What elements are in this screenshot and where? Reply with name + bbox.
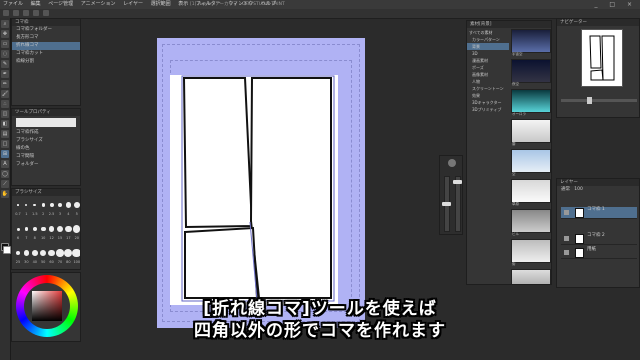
opacity-slider[interactable] (455, 176, 461, 232)
material-thumbnail[interactable]: 街 (511, 239, 551, 266)
material-tree-item[interactable]: 3D (467, 50, 509, 57)
frame-panel-3 (184, 226, 259, 299)
material-panel: 素材[背景] すべての素材 カラーパターン 背景 3D 漫画素材 ポーズ 画像素材 人物 スクリ… (466, 20, 552, 285)
eye-icon[interactable] (564, 250, 569, 255)
navigator-panel: ナビゲーター (556, 18, 640, 118)
material-thumbnail[interactable]: オーロラ (511, 89, 551, 116)
material-tree: すべての素材 カラーパターン 背景 3D 漫画素材 ポーズ 画像素材 人物 スクリーントーン 効果… (467, 29, 509, 113)
material-thumbnail[interactable]: 宇宙空 (511, 29, 551, 56)
eye-icon[interactable] (564, 210, 569, 215)
size-slider-knob[interactable] (442, 202, 451, 206)
blend-mode-select[interactable]: 通常 100 (557, 186, 639, 194)
layer-row-3[interactable]: 用紙 (561, 247, 637, 259)
rotate-icon[interactable] (448, 159, 456, 167)
material-tree-item[interactable]: スクリーントーン (467, 85, 509, 92)
material-thumbnail[interactable]: ビル (511, 209, 551, 236)
material-thumbnail[interactable]: 夜空 (511, 59, 551, 86)
opacity-slider-knob[interactable] (453, 180, 462, 184)
blend-mode-value: 通常 (561, 187, 570, 192)
material-tree-item[interactable]: ポーズ (467, 64, 509, 71)
material-tree-item[interactable]: すべての素材 (467, 29, 509, 36)
tutorial-subtitle: [折れ線コマ]ツールを使えば 四角以外の形でコマを作れます (0, 298, 640, 342)
layer-thumb (575, 208, 584, 218)
layer-panel: レイヤー 通常 100 コマ枠 1 コマ枠 2 用紙 (556, 178, 640, 288)
subtitle-line-1: [折れ線コマ]ツールを使えば (203, 299, 437, 319)
material-thumbnail[interactable]: 雲 (511, 119, 551, 146)
material-thumb-label: 街 (512, 262, 516, 266)
material-thumbnail[interactable]: 部屋 (511, 269, 551, 284)
material-thumb-label: 夜空 (512, 82, 519, 86)
material-tree-item[interactable]: 効果 (467, 92, 509, 99)
material-thumb-label: ビル (512, 232, 519, 236)
frame-panel-1 (182, 77, 254, 229)
layer-name-2: コマ枠 2 (587, 233, 605, 238)
zoom-slider[interactable] (561, 99, 637, 102)
material-tree-item[interactable]: 3Dキャラクター (467, 99, 509, 106)
layer-row-1[interactable]: コマ枠 1 (561, 207, 637, 219)
zoom-knob[interactable] (587, 97, 592, 104)
material-thumb-label: 宇宙空 (512, 52, 523, 56)
opacity-value: 100 (574, 187, 583, 192)
subtitle-line-2: 四角以外の形でコマを作れます (194, 321, 446, 341)
quick-slider-panel (439, 155, 463, 235)
navigator-preview[interactable] (581, 29, 623, 87)
material-tree-item[interactable]: 3Dプリミティブ (467, 106, 509, 113)
material-thumb-label: 草原 (512, 202, 519, 206)
navigator-title: ナビゲーター (557, 19, 639, 26)
material-thumbnail[interactable]: 草原 (511, 179, 551, 206)
material-title: 素材[背景] (467, 21, 551, 28)
material-thumb-label: 空 (512, 172, 516, 176)
layer-name-1: コマ枠 1 (587, 207, 605, 212)
layer-row-2[interactable]: コマ枠 2 (561, 233, 637, 245)
material-thumbnails: 宇宙空夜空オーロラ雲空草原ビル街部屋 (511, 29, 551, 284)
material-tree-item[interactable]: 画像素材 (467, 71, 509, 78)
layer-title: レイヤー (557, 179, 639, 186)
material-thumb-label: オーロラ (512, 112, 526, 116)
material-tree-item[interactable]: 背景 (467, 43, 509, 50)
material-thumbnail[interactable]: 空 (511, 149, 551, 176)
material-thumb-label: 雲 (512, 142, 516, 146)
frame-panel-2 (249, 77, 332, 299)
layer-thumb (575, 234, 584, 244)
material-tree-item[interactable]: 漫画素材 (467, 57, 509, 64)
material-tree-item[interactable]: カラーパターン (467, 36, 509, 43)
layer-name-3: 用紙 (587, 247, 596, 252)
material-tree-item[interactable]: 人物 (467, 78, 509, 85)
eye-icon[interactable] (564, 236, 569, 241)
layer-thumb (575, 248, 584, 258)
